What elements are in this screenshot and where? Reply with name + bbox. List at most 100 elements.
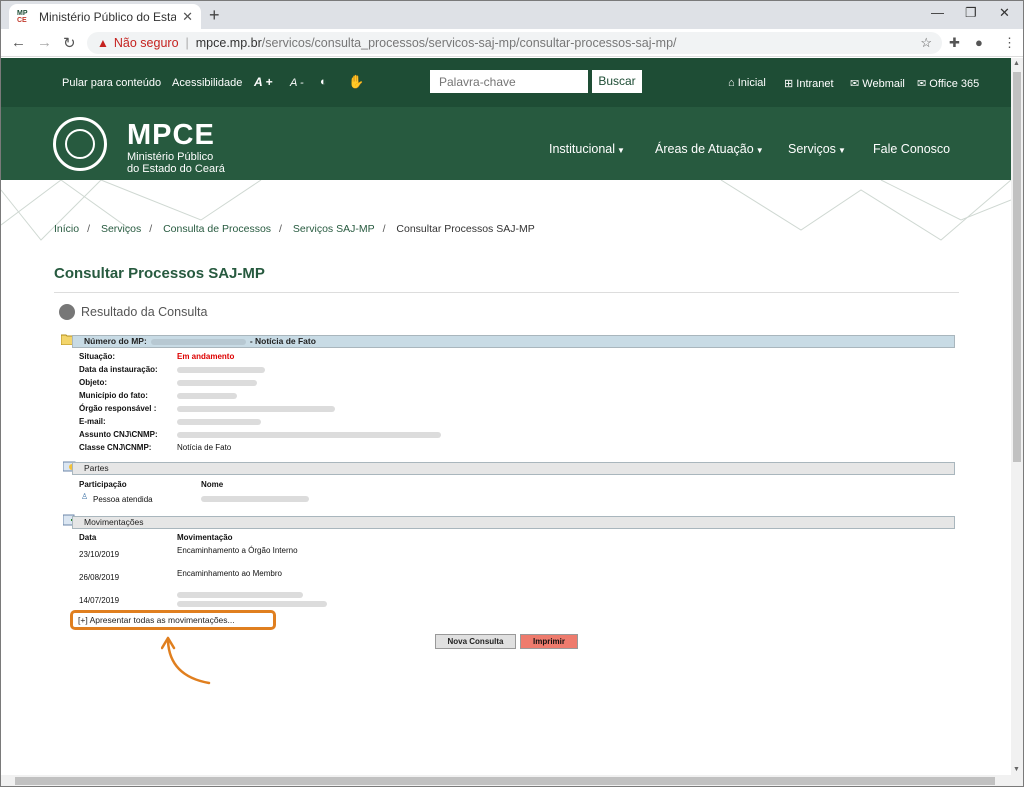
- home-link[interactable]: ⌂ Inicial: [728, 77, 766, 89]
- redacted-value: [177, 380, 257, 386]
- redacted-value: [177, 393, 237, 399]
- profile-icon[interactable]: ●: [975, 35, 983, 50]
- movement-date: 14/07/2019: [79, 596, 120, 605]
- contrast-icon[interactable]: ◐: [320, 76, 327, 88]
- status-value: Em andamento: [177, 352, 235, 361]
- show-all-movements-link[interactable]: [+] Apresentar todas as movimentações...: [70, 610, 276, 630]
- horizontal-scrollbar[interactable]: [1, 775, 1023, 786]
- redacted-value: [177, 432, 441, 438]
- not-secure-label: Não seguro: [113, 36, 179, 50]
- movement-text: Encaminhamento a Órgão Interno: [177, 546, 298, 555]
- search-button[interactable]: Buscar: [592, 70, 642, 93]
- breadcrumb-inicio[interactable]: Início: [54, 223, 79, 235]
- url-text: mpce.mp.br/servicos/consulta_processos/s…: [195, 36, 677, 50]
- field-label: Classe CNJ\CNMP:: [79, 443, 152, 452]
- person-icon: ♙: [81, 492, 89, 501]
- decorative-lines: [1, 180, 1011, 241]
- sitemap-icon: ⊞: [784, 78, 794, 90]
- column-header: Data: [79, 533, 97, 542]
- field-label: Assunto CNJ\CNMP:: [79, 430, 158, 439]
- field-label: Município do fato:: [79, 391, 148, 400]
- page-title: Consultar Processos SAJ-MP: [54, 265, 265, 282]
- intranet-link[interactable]: ⊞ Intranet: [784, 77, 834, 90]
- extensions-icon[interactable]: ✚: [949, 35, 960, 51]
- redacted-movement: [177, 592, 303, 598]
- column-header: Nome: [201, 480, 224, 489]
- column-header: Movimentação: [177, 533, 233, 542]
- redacted-value: [177, 406, 335, 412]
- toolbar: ← → ↻ ▲ Não seguro | mpce.mp.br/servicos…: [1, 29, 1023, 57]
- address-bar[interactable]: ▲ Não seguro | mpce.mp.br/servicos/consu…: [87, 32, 942, 54]
- reload-icon[interactable]: ↻: [63, 34, 76, 52]
- favicon-icon: MP CE: [17, 9, 28, 24]
- nav-areas-atuacao[interactable]: Áreas de Atuação ▼: [655, 142, 764, 156]
- movement-date: 26/08/2019: [79, 573, 120, 582]
- font-increase-button[interactable]: A +: [254, 75, 273, 89]
- divider: [54, 292, 959, 293]
- field-label: Data da instauração:: [79, 365, 158, 374]
- office365-link[interactable]: ✉ Office 365: [917, 77, 979, 90]
- field-label: Órgão responsável :: [79, 404, 157, 413]
- tab-strip: MPCE Ministério Público do Estado do ✕ +…: [1, 1, 1023, 29]
- breadcrumb-servicos[interactable]: Serviços: [101, 223, 141, 235]
- breadcrumb-current: Consultar Processos SAJ-MP: [396, 223, 535, 235]
- webmail-link[interactable]: ✉ Webmail: [850, 77, 905, 90]
- forward-icon[interactable]: →: [37, 34, 52, 51]
- chevron-down-icon: ▼: [837, 146, 846, 155]
- chevron-down-icon: ▼: [755, 146, 764, 155]
- annotation-arrow-icon: [161, 636, 211, 685]
- search-input[interactable]: [430, 70, 588, 93]
- emblem-icon: [53, 117, 107, 171]
- main-navigation: MPCE Ministério Público do Estado do Cea…: [1, 107, 1011, 180]
- movimentacoes-header: Movimentações: [72, 516, 955, 529]
- result-icon: [59, 304, 75, 320]
- tab-title: Ministério Público do Estado do: [39, 9, 176, 24]
- mail-icon: ✉: [917, 78, 927, 90]
- minimize-icon[interactable]: —: [931, 5, 944, 20]
- movement-text: Encaminhamento ao Membro: [177, 569, 282, 578]
- breadcrumb-consulta[interactable]: Consulta de Processos: [163, 223, 271, 235]
- close-tab-icon[interactable]: ✕: [182, 9, 193, 25]
- menu-icon[interactable]: ⋮: [1003, 35, 1016, 51]
- redacted-movement: [177, 601, 327, 607]
- mpce-logo[interactable]: MPCE Ministério Público do Estado do Cea…: [53, 117, 225, 175]
- sign-language-icon[interactable]: ✋: [348, 74, 364, 90]
- column-header: Participação: [79, 480, 127, 489]
- browser-window: MPCE Ministério Público do Estado do ✕ +…: [0, 0, 1024, 787]
- back-icon[interactable]: ←: [11, 34, 26, 51]
- redacted-name: [201, 496, 309, 502]
- new-tab-icon[interactable]: +: [209, 5, 220, 26]
- accessibility-link[interactable]: Acessibilidade: [172, 77, 242, 89]
- browser-tab[interactable]: MPCE Ministério Público do Estado do ✕: [9, 4, 201, 29]
- breadcrumb-saj-mp[interactable]: Serviços SAJ-MP: [293, 223, 375, 235]
- field-label: E-mail:: [79, 417, 106, 426]
- nav-servicos[interactable]: Serviços ▼: [788, 142, 846, 156]
- partes-header: Partes: [72, 462, 955, 475]
- field-label: Objeto:: [79, 378, 107, 387]
- party-role: Pessoa atendida: [93, 495, 153, 504]
- print-button[interactable]: Imprimir: [520, 634, 578, 649]
- page-content: Pular para conteúdo Acessibilidade A + A…: [1, 58, 1011, 775]
- restore-icon[interactable]: ❐: [965, 5, 977, 21]
- field-label: Situação:: [79, 352, 116, 361]
- new-query-button[interactable]: Nova Consulta: [435, 634, 516, 649]
- nav-institucional[interactable]: Institucional ▼: [549, 142, 625, 156]
- home-icon: ⌂: [728, 77, 735, 89]
- close-window-icon[interactable]: ✕: [999, 5, 1010, 21]
- result-heading: Resultado da Consulta: [59, 304, 207, 320]
- top-utility-bar: Pular para conteúdo Acessibilidade A + A…: [1, 58, 1011, 107]
- redacted-value: [177, 367, 265, 373]
- movement-date: 23/10/2019: [79, 550, 120, 559]
- vertical-scrollbar[interactable]: ▲ ▼: [1011, 58, 1023, 775]
- field-value: Notícia de Fato: [177, 443, 232, 452]
- redacted-value: [177, 419, 261, 425]
- warning-icon: ▲: [97, 36, 109, 50]
- separator: |: [185, 36, 189, 50]
- bookmark-star-icon[interactable]: ☆: [920, 35, 932, 51]
- mail-icon: ✉: [850, 78, 860, 90]
- nav-fale-conosco[interactable]: Fale Conosco: [873, 142, 950, 156]
- skip-to-content-link[interactable]: Pular para conteúdo: [62, 77, 161, 89]
- font-decrease-button[interactable]: A -: [290, 77, 304, 89]
- process-header: Número do MP: - Notícia de Fato: [72, 335, 955, 348]
- breadcrumb: Início / Serviços / Consulta de Processos /…: [54, 223, 535, 235]
